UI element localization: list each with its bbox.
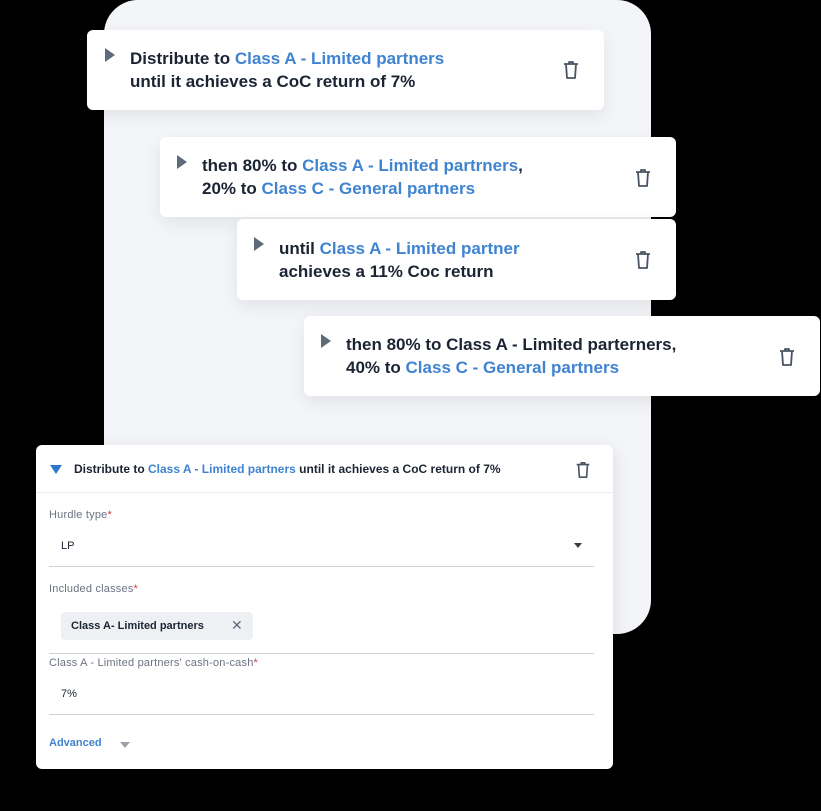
cash-on-cash-value: 7% xyxy=(61,688,77,700)
advanced-toggle[interactable]: Advanced xyxy=(49,737,102,749)
waterfall-step-2[interactable]: then 80% to Class A - Limited partrners,… xyxy=(160,137,676,217)
caret-right-icon[interactable] xyxy=(177,155,187,169)
hurdle-type-label: Hurdle type* xyxy=(49,509,112,521)
class-link[interactable]: Class C - General partners xyxy=(406,358,620,377)
step-1-text: Distribute to Class A - Limited partners… xyxy=(130,49,445,91)
class-link[interactable]: Class A - Limited partner xyxy=(320,239,520,258)
hurdle-form-card: Distribute to Class A - Limited partners… xyxy=(36,445,613,769)
trash-icon[interactable] xyxy=(561,59,581,81)
hurdle-type-value: LP xyxy=(61,540,75,552)
form-header[interactable]: Distribute to Class A - Limited partners… xyxy=(36,445,613,493)
form-title: Distribute to Class A - Limited partners… xyxy=(74,462,501,476)
caret-right-icon[interactable] xyxy=(254,237,264,251)
caret-right-icon[interactable] xyxy=(321,334,331,348)
class-chip[interactable]: Class A- Limited partners ✕ xyxy=(61,612,253,640)
divider xyxy=(49,653,594,654)
class-link[interactable]: Class A - Limited partners xyxy=(148,462,296,476)
chevron-down-icon[interactable] xyxy=(120,742,130,748)
waterfall-step-3[interactable]: until Class A - Limited partner achieves… xyxy=(237,219,676,300)
caret-right-icon[interactable] xyxy=(105,48,115,62)
trash-icon[interactable] xyxy=(633,249,653,271)
step-3-text: until Class A - Limited partner achieves… xyxy=(279,239,520,281)
class-link[interactable]: Class A - Limited partners xyxy=(235,49,444,68)
step-2-text: then 80% to Class A - Limited partrners,… xyxy=(202,156,523,198)
trash-icon[interactable] xyxy=(633,167,653,189)
chip-label: Class A- Limited partners xyxy=(71,620,204,632)
waterfall-step-4[interactable]: then 80% to Class A - Limited parterners… xyxy=(304,316,820,396)
caret-down-icon[interactable] xyxy=(50,465,62,474)
dropdown-caret-icon[interactable] xyxy=(574,543,582,548)
waterfall-step-1[interactable]: Distribute to Class A - Limited partners… xyxy=(87,30,604,110)
class-link[interactable]: Class A - Limited partrners xyxy=(302,156,518,175)
hurdle-type-select[interactable]: LP xyxy=(49,531,594,561)
included-classes-label: Included classes* xyxy=(49,583,139,595)
cash-on-cash-label: Class A - Limited partners' cash-on-cash… xyxy=(49,657,259,669)
trash-icon[interactable] xyxy=(777,346,797,368)
divider xyxy=(49,566,594,567)
trash-icon[interactable] xyxy=(574,460,592,480)
class-link[interactable]: Class C - General partners xyxy=(262,179,476,198)
divider xyxy=(49,714,594,715)
step-4-text: then 80% to Class A - Limited parterners… xyxy=(346,335,677,377)
cash-on-cash-input[interactable]: 7% xyxy=(49,679,594,709)
close-icon[interactable]: ✕ xyxy=(231,617,243,633)
